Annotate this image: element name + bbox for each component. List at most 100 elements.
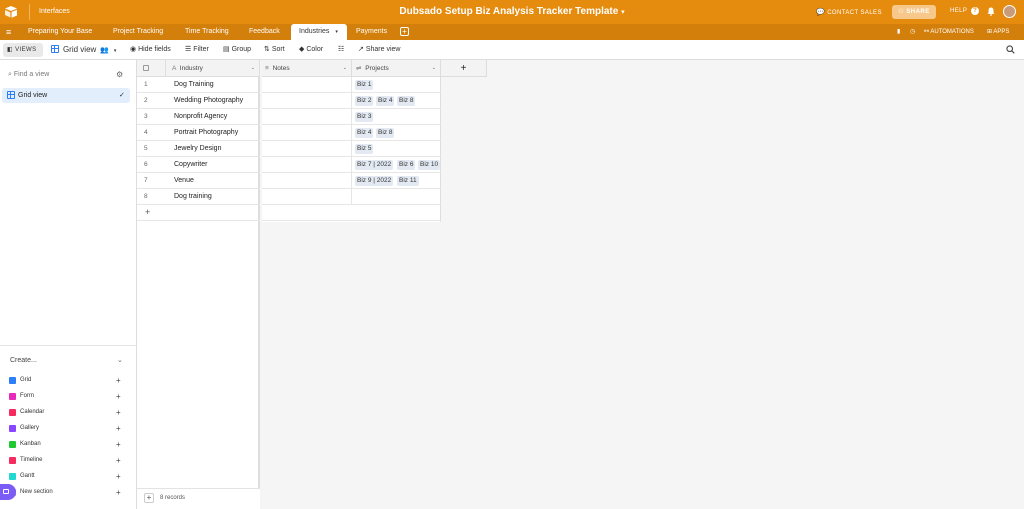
add-record-plus-icon[interactable]: + <box>145 207 150 217</box>
plus-icon[interactable]: + <box>116 456 121 465</box>
automations-button[interactable]: ⚯ AUTOMATIONS <box>924 28 974 35</box>
notes-cell[interactable] <box>262 141 352 157</box>
project-chip[interactable]: Biz 9 | 2022 <box>355 176 394 186</box>
help-button[interactable]: HELP <box>950 8 967 14</box>
plus-icon[interactable]: + <box>116 472 121 481</box>
notes-cell[interactable] <box>262 173 352 189</box>
chevron-down-icon[interactable]: ⌄ <box>117 356 123 364</box>
avatar[interactable] <box>1003 5 1016 18</box>
plus-icon[interactable]: + <box>116 440 121 449</box>
table-row[interactable]: 8 Dog training <box>137 189 260 205</box>
project-chip[interactable]: Biz 2 <box>355 96 374 106</box>
tab-industries[interactable]: Industries ▾ <box>291 24 347 40</box>
table-row[interactable]: 3 Nonprofit Agency <box>137 109 260 125</box>
table-row[interactable]: Biz 4 Biz 8 <box>262 125 441 141</box>
table-row[interactable]: 4 Portrait Photography <box>137 125 260 141</box>
hamburger-menu-icon[interactable]: ≡ <box>6 27 11 37</box>
group-button[interactable]: ▤ Group <box>223 45 251 53</box>
share-button[interactable]: ⚇ SHARE <box>892 5 936 19</box>
table-row[interactable]: Biz 7 | 2022 Biz 6 Biz 10 <box>262 157 441 173</box>
chevron-down-icon[interactable]: ⌄ <box>251 60 255 77</box>
view-switcher[interactable]: Grid view 👥 ▾ <box>51 45 116 54</box>
share-view-button[interactable]: ↗ Share view <box>358 45 400 53</box>
video-camera-icon[interactable] <box>0 484 16 500</box>
plus-icon[interactable]: + <box>116 424 121 433</box>
chevron-down-icon[interactable]: ⌄ <box>432 60 436 77</box>
industry-cell[interactable]: Venue <box>174 177 194 184</box>
industry-cell[interactable]: Copywriter <box>174 161 207 168</box>
project-chip[interactable]: Biz 1 <box>355 80 374 90</box>
notes-cell[interactable] <box>262 109 352 125</box>
color-button[interactable]: ◆ Color <box>299 45 323 53</box>
tab-preparing-your-base[interactable]: Preparing Your Base <box>22 24 104 40</box>
views-toggle-button[interactable]: ◧ VIEWS <box>3 43 43 57</box>
add-field-button[interactable]: + <box>441 60 487 77</box>
table-row[interactable]: Biz 5 <box>262 141 441 157</box>
history-icon[interactable]: ◷ <box>910 28 915 35</box>
tab-chevron-down-icon[interactable]: ▾ <box>335 29 338 35</box>
industry-cell[interactable]: Nonprofit Agency <box>174 113 227 120</box>
add-row[interactable]: + <box>137 205 260 221</box>
table-row[interactable]: Biz 9 | 2022 Biz 11 <box>262 173 441 189</box>
find-view-input[interactable]: ⌕ Find a view <box>8 71 49 79</box>
tab-payments[interactable]: Payments <box>351 24 395 40</box>
tab-feedback[interactable]: Feedback <box>244 24 288 40</box>
table-row[interactable]: Biz 2 Biz 4 Biz 8 <box>262 93 441 109</box>
automations-icon: ⚯ <box>924 29 930 35</box>
plus-icon[interactable]: + <box>116 408 121 417</box>
hide-fields-button[interactable]: ◉ Hide fields <box>130 45 171 53</box>
project-chip[interactable]: Biz 4 <box>355 128 374 138</box>
table-row[interactable]: Biz 1 <box>262 77 441 93</box>
notes-cell[interactable] <box>262 125 352 141</box>
plus-icon[interactable]: + <box>116 392 121 401</box>
project-chip[interactable]: Biz 3 <box>355 112 374 122</box>
notes-cell[interactable] <box>262 93 352 109</box>
project-chip[interactable]: Biz 6 <box>397 160 416 170</box>
project-chip[interactable]: Biz 8 <box>397 96 416 106</box>
project-chip[interactable]: Biz 11 <box>397 176 419 186</box>
notes-cell[interactable] <box>262 77 352 93</box>
filter-button[interactable]: ☰ Filter <box>185 45 209 53</box>
table-row[interactable]: 1 Dog Training <box>137 77 260 93</box>
table-row[interactable]: 7 Venue <box>137 173 260 189</box>
extensions-icon[interactable]: ▮ <box>897 28 900 35</box>
column-header-industry[interactable]: A Industry ⌄ <box>166 60 260 77</box>
search-icon[interactable] <box>1006 45 1015 54</box>
table-row[interactable]: Biz 3 <box>262 109 441 125</box>
gear-icon[interactable]: ⚙ <box>116 70 123 79</box>
table-row[interactable]: 2 Wedding Photography <box>137 93 260 109</box>
industry-cell[interactable]: Dog Training <box>174 81 214 88</box>
project-chip[interactable]: Biz 4 <box>376 96 395 106</box>
help-icon[interactable]: ? <box>971 7 979 15</box>
industry-cell[interactable]: Portrait Photography <box>174 129 238 136</box>
project-chip[interactable]: Biz 7 | 2022 <box>355 160 394 170</box>
add-table-button[interactable]: + <box>400 27 409 36</box>
apps-button[interactable]: ⊞ APPS <box>987 28 1009 35</box>
sidebar-item-grid-view[interactable]: Grid view ✓ <box>2 88 130 103</box>
add-record-button[interactable]: + <box>144 493 154 503</box>
tab-project-tracking[interactable]: Project Tracking <box>108 24 178 40</box>
row-height-icon[interactable]: ☷ <box>338 45 344 53</box>
contact-sales-button[interactable]: 💬 CONTACT SALES <box>816 8 882 16</box>
industry-cell[interactable]: Wedding Photography <box>174 97 243 104</box>
notes-cell[interactable] <box>262 157 352 173</box>
table-row[interactable]: 5 Jewelry Design <box>137 141 260 157</box>
project-chip[interactable]: Biz 10 <box>418 160 441 170</box>
project-chip[interactable]: Biz 8 <box>376 128 395 138</box>
sort-button[interactable]: ⇅ Sort <box>264 45 285 53</box>
industry-cell[interactable]: Jewelry Design <box>174 145 221 152</box>
select-all-checkbox[interactable] <box>143 65 149 71</box>
project-chip[interactable]: Biz 5 <box>355 144 374 154</box>
plus-icon[interactable]: + <box>116 376 121 385</box>
column-header-projects[interactable]: ⇌ Projects ⌄ <box>352 60 441 77</box>
tab-time-tracking[interactable]: Time Tracking <box>180 24 240 40</box>
table-row[interactable]: 6 Copywriter <box>137 157 260 173</box>
industry-cell[interactable]: Dog training <box>174 193 212 200</box>
chevron-down-icon[interactable]: ⌄ <box>343 60 347 77</box>
add-row-cells[interactable] <box>262 205 441 221</box>
bell-icon[interactable] <box>987 7 995 16</box>
plus-icon[interactable]: + <box>116 488 121 497</box>
notes-cell[interactable] <box>262 189 352 205</box>
table-row[interactable] <box>262 189 441 205</box>
column-header-notes[interactable]: ≡ Notes ⌄ <box>262 60 352 77</box>
